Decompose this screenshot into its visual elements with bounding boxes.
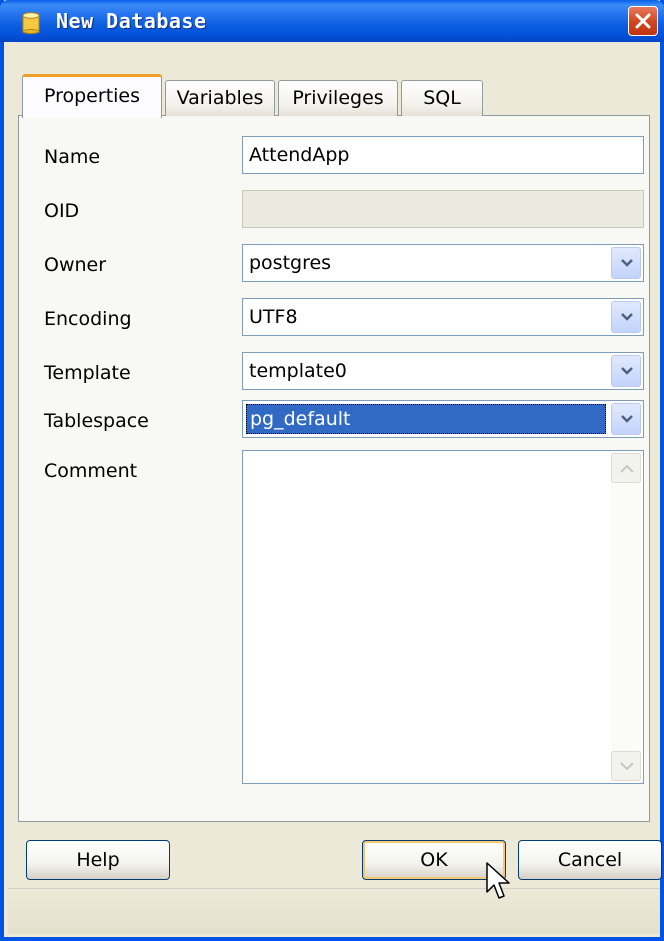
owner-label: Owner xyxy=(44,254,107,276)
chevron-down-icon xyxy=(621,259,633,267)
tablespace-dropdown-button[interactable] xyxy=(611,403,641,435)
chevron-down-icon xyxy=(621,367,633,375)
template-label: Template xyxy=(44,362,131,384)
tab-sql[interactable]: SQL xyxy=(401,80,483,116)
template-value: template0 xyxy=(249,360,347,382)
template-dropdown-button[interactable] xyxy=(611,355,641,387)
tablespace-value: pg_default xyxy=(250,408,351,430)
name-value: AttendApp xyxy=(249,144,350,166)
tablespace-selection-highlight: pg_default xyxy=(246,404,606,434)
tab-privileges[interactable]: Privileges xyxy=(278,80,398,116)
tab-properties[interactable]: Properties xyxy=(22,74,162,118)
tablespace-select[interactable]: pg_default xyxy=(242,400,644,438)
comment-textarea[interactable] xyxy=(242,450,644,784)
comment-label: Comment xyxy=(44,460,138,482)
chevron-down-icon xyxy=(621,313,633,321)
close-icon xyxy=(635,13,651,29)
scroll-up-button[interactable] xyxy=(611,453,641,483)
owner-select[interactable]: postgres xyxy=(242,244,644,282)
chevron-down-icon xyxy=(620,762,634,771)
scroll-down-button[interactable] xyxy=(611,751,641,781)
oid-field xyxy=(242,190,644,228)
chevron-up-icon xyxy=(620,464,634,473)
name-field[interactable]: AttendApp xyxy=(242,136,644,174)
encoding-dropdown-button[interactable] xyxy=(611,301,641,333)
owner-dropdown-button[interactable] xyxy=(611,247,641,279)
help-button[interactable]: Help xyxy=(26,840,170,880)
name-label: Name xyxy=(44,146,101,168)
encoding-value: UTF8 xyxy=(249,306,298,328)
encoding-label: Encoding xyxy=(44,308,132,330)
tab-variables[interactable]: Variables xyxy=(165,80,275,116)
cancel-button[interactable]: Cancel xyxy=(518,840,662,880)
close-button[interactable] xyxy=(628,6,658,36)
status-bar xyxy=(8,888,660,934)
tablespace-label: Tablespace xyxy=(44,410,149,432)
oid-label: OID xyxy=(44,200,80,222)
database-icon xyxy=(22,12,40,34)
window-title: New Database xyxy=(56,9,207,33)
comment-scrollbar[interactable] xyxy=(611,453,641,781)
new-database-dialog: New Database Properties Variables Privil… xyxy=(0,0,664,941)
ok-button[interactable]: OK xyxy=(362,840,506,880)
title-bar[interactable]: New Database xyxy=(0,0,664,42)
chevron-down-icon xyxy=(621,415,633,423)
template-select[interactable]: template0 xyxy=(242,352,644,390)
owner-value: postgres xyxy=(249,252,332,274)
encoding-select[interactable]: UTF8 xyxy=(242,298,644,336)
mouse-pointer-icon xyxy=(486,862,510,899)
